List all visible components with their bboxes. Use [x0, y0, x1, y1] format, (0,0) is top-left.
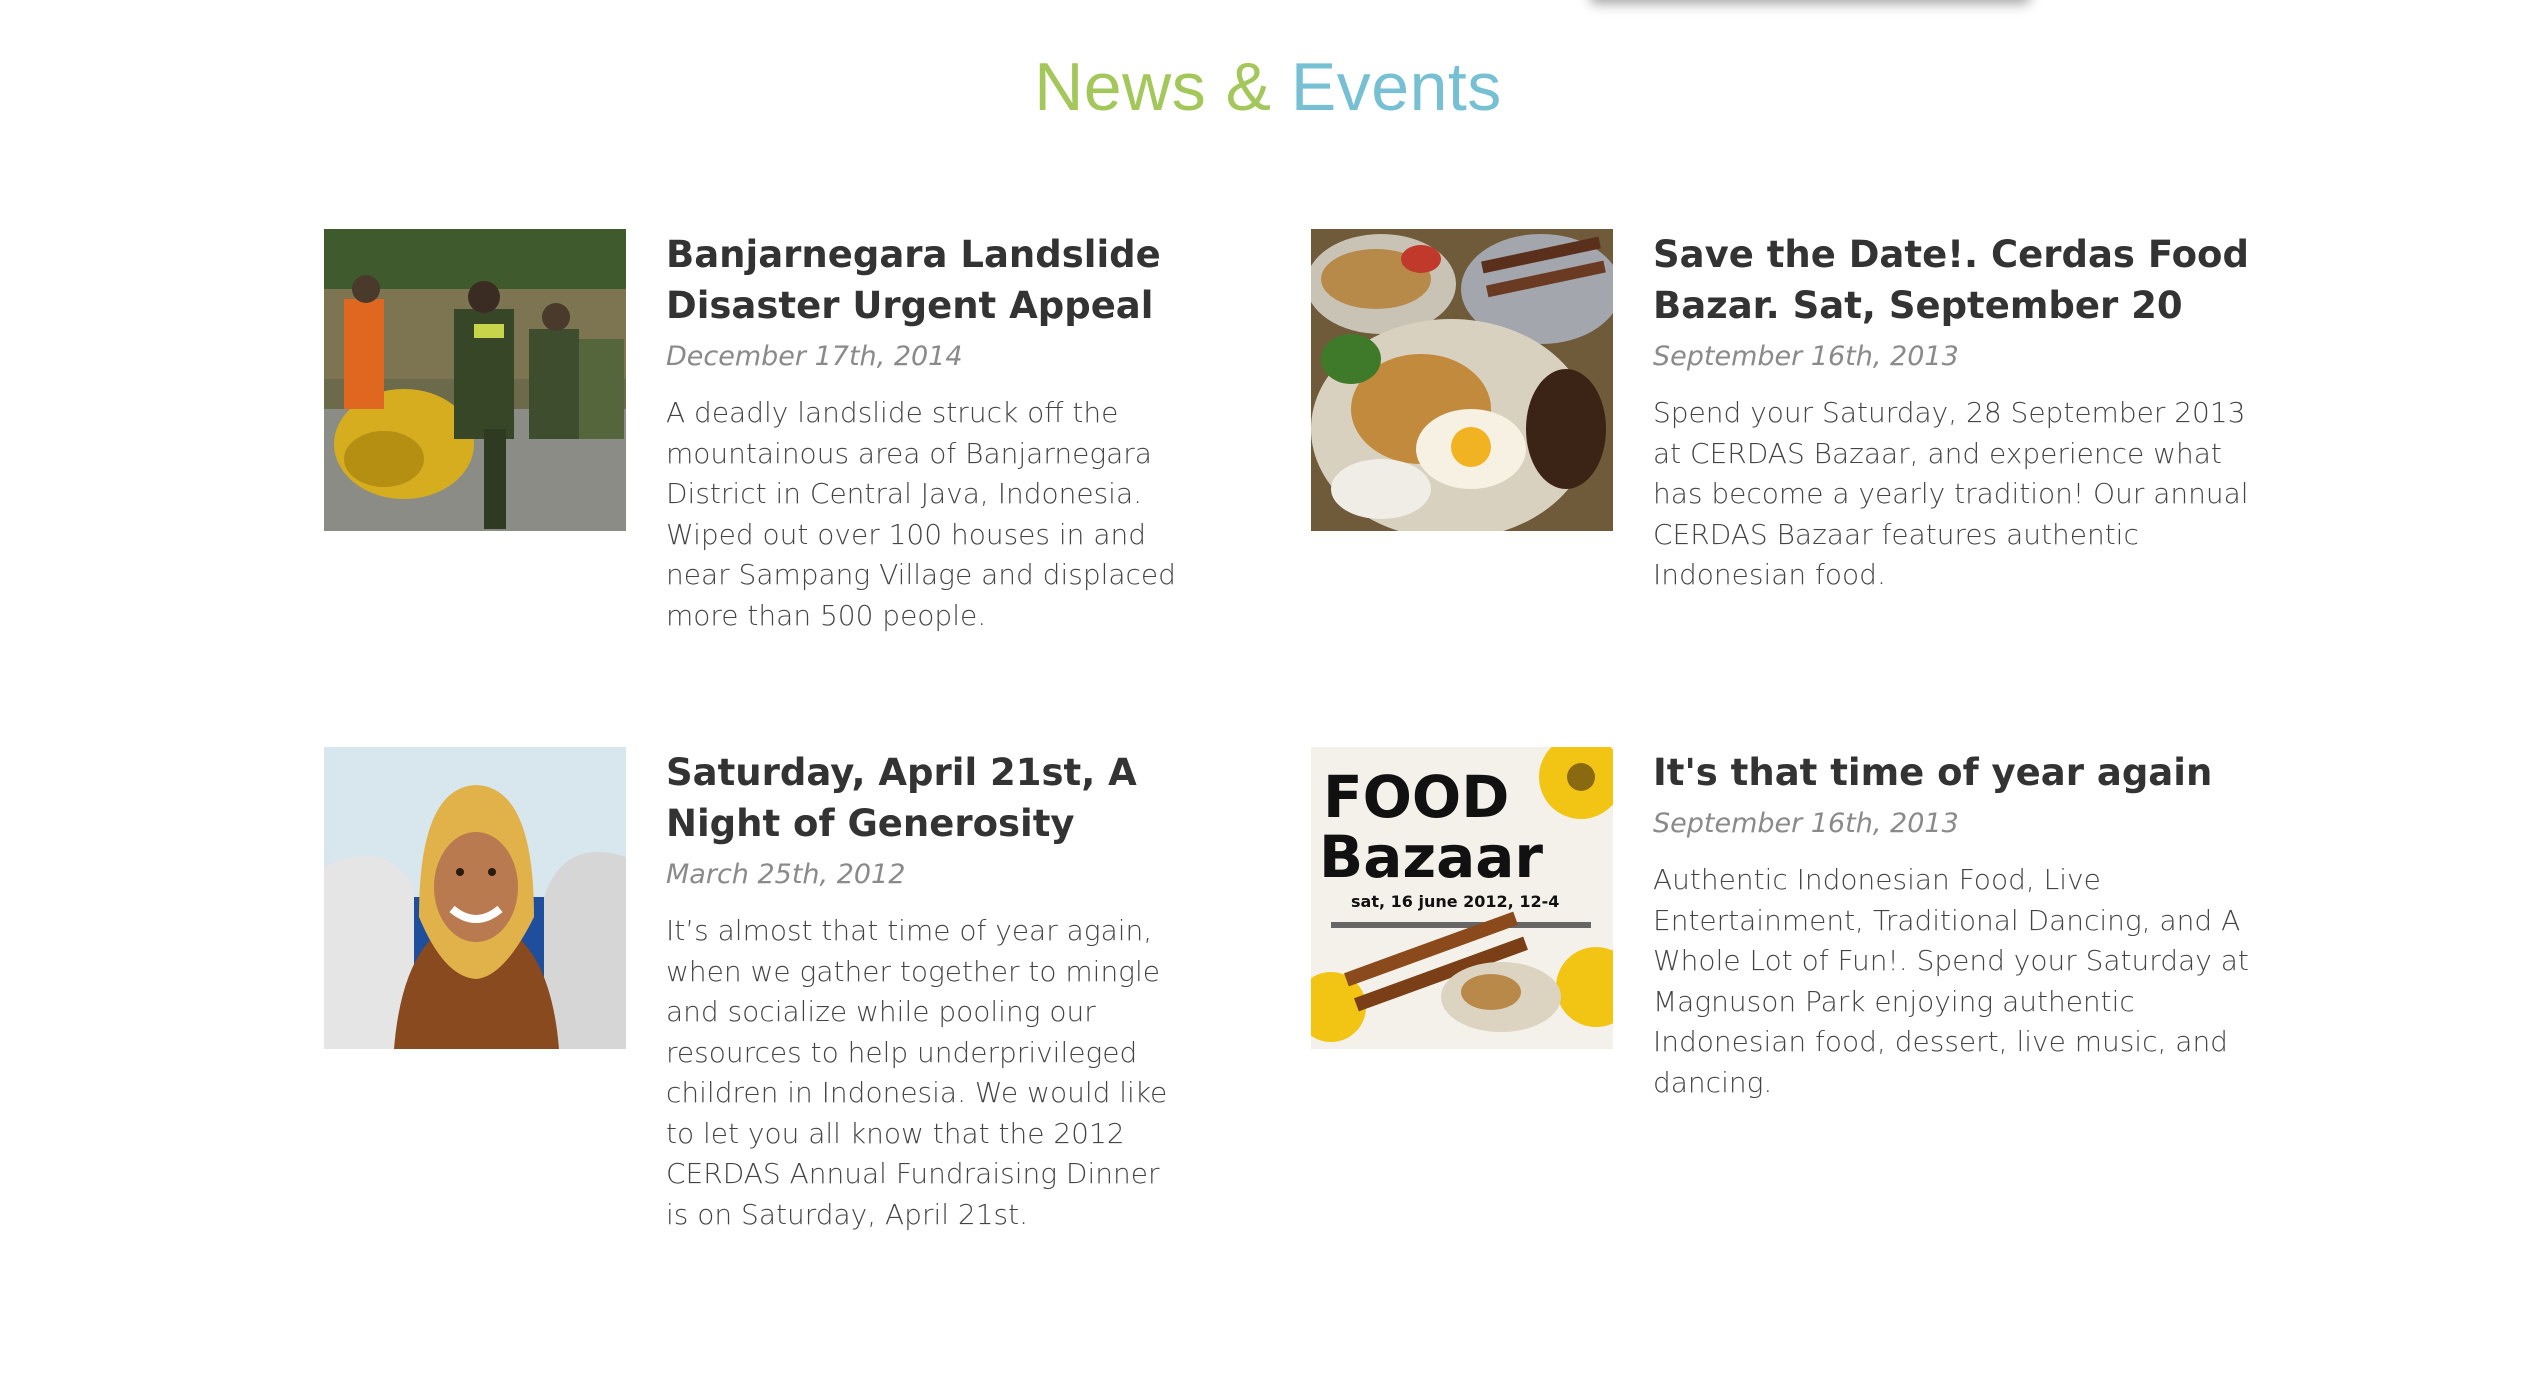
news-text-landslide: Banjarnegara Landslide Disaster Urgent A…: [666, 229, 1186, 636]
section-title-news: News: [1034, 49, 1207, 125]
section-title-events: Events: [1290, 49, 1502, 125]
landslide-photo: [324, 229, 626, 531]
news-summary: A deadly landslide struck off the mounta…: [666, 396, 1176, 632]
news-text-generosity: Saturday, April 21st, A Night of Generos…: [666, 747, 1186, 1235]
news-summary: Spend your Saturday, 28 September 2013 a…: [1653, 396, 2249, 591]
news-thumbnail-food[interactable]: [1311, 229, 1613, 531]
news-date: September 16th, 2013: [1653, 808, 1959, 839]
section-title: News & Events: [0, 42, 2536, 132]
section-title-amp: &: [1225, 49, 1272, 125]
news-date: September 16th, 2013: [1653, 341, 1959, 372]
news-thumbnail-food-bazaar-poster[interactable]: FOOD Bazaar sat, 16 june 2012, 12-4: [1311, 747, 1613, 1049]
news-thumbnail-landslide[interactable]: [324, 229, 626, 531]
food-bazaar-poster: FOOD Bazaar sat, 16 june 2012, 12-4: [1311, 747, 1613, 1049]
news-title[interactable]: It's that time of year again: [1653, 747, 2253, 798]
news-events-page: News & Events Banjarnegara Landslide Dis…: [0, 0, 2536, 1384]
news-date: March 25th, 2012: [666, 859, 906, 890]
news-date: December 17th, 2014: [666, 341, 963, 372]
news-text-time-of-year: It's that time of year again September 1…: [1653, 747, 2253, 1103]
poster-line1: FOOD: [1323, 763, 1509, 831]
news-title[interactable]: Saturday, April 21st, A Night of Generos…: [666, 747, 1186, 849]
food-photo: [1311, 229, 1613, 531]
news-summary: Authentic Indonesian Food, Live Entertai…: [1653, 863, 2249, 1099]
news-title[interactable]: Save the Date!. Cerdas Food Bazar. Sat, …: [1653, 229, 2253, 331]
portrait-photo: [324, 747, 626, 1049]
news-title[interactable]: Banjarnegara Landslide Disaster Urgent A…: [666, 229, 1186, 331]
news-thumbnail-portrait[interactable]: [324, 747, 626, 1049]
news-text-food-bazar: Save the Date!. Cerdas Food Bazar. Sat, …: [1653, 229, 2253, 596]
poster-line3: sat, 16 june 2012, 12-4: [1351, 892, 1559, 911]
news-summary: It’s almost that time of year again, whe…: [666, 914, 1168, 1231]
poster-line2: Bazaar: [1319, 823, 1543, 891]
